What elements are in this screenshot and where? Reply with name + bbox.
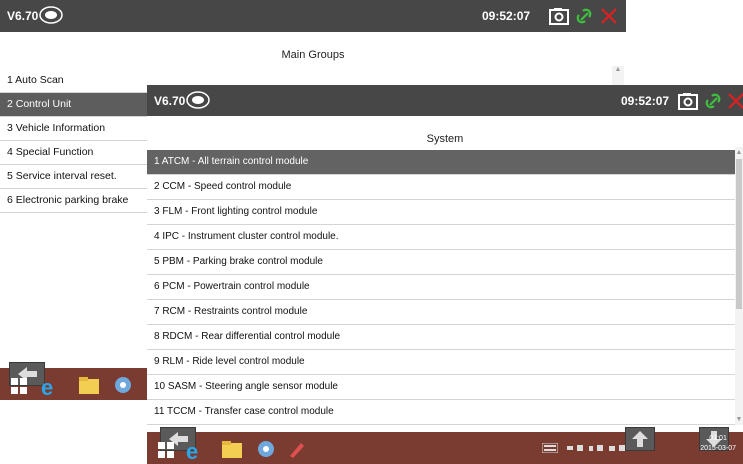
list-item-vehicle-information[interactable]: 3 Vehicle Information (0, 117, 147, 141)
link-icon[interactable] (702, 90, 724, 112)
titlebar: V6.70 09:52:07 (0, 0, 626, 32)
list-item-sasm[interactable]: 10 SASM - Steering angle sensor module (147, 375, 735, 400)
taskbar-clock: 01:01 2015-03-07 (700, 434, 736, 454)
svg-text:e: e (186, 439, 198, 462)
taskbar: e 01:01 2015-03-07 (147, 427, 743, 464)
taskbar-clock-time: 01:01 (709, 435, 727, 442)
list-item-rlm[interactable]: 9 RLM - Ride level control module (147, 350, 735, 375)
list-item-auto-scan[interactable]: 1 Auto Scan (0, 69, 147, 93)
version-label: V6.70 (154, 94, 186, 108)
svg-text:e: e (41, 375, 53, 398)
system-list: 1 ATCM - All terrain control module 2 CC… (147, 150, 735, 425)
system-window: V6.70 09:52:07 System 1 ATCM - All terra… (147, 85, 743, 464)
keyboard-icon[interactable] (542, 443, 558, 453)
scrollbar-thumb[interactable] (736, 159, 742, 309)
up-arrow-icon (632, 431, 648, 447)
clock-time: 09:52:07 (482, 9, 531, 23)
up-button[interactable] (625, 427, 655, 451)
brand-logo-icon (186, 91, 210, 109)
close-icon[interactable] (725, 90, 743, 112)
link-icon[interactable] (573, 5, 595, 27)
list-item-rcm[interactable]: 7 RCM - Restraints control module (147, 300, 735, 325)
camera-icon[interactable] (548, 5, 570, 27)
scrollbar[interactable]: ▲ ▼ (735, 147, 743, 425)
scroll-up-icon[interactable]: ▲ (612, 66, 624, 73)
scroll-up-icon[interactable]: ▲ (735, 149, 743, 156)
ie-icon[interactable]: e (183, 438, 207, 462)
list-item-pbm[interactable]: 5 PBM - Parking brake control module (147, 250, 735, 275)
windows-start-icon[interactable] (10, 377, 28, 395)
camera-icon[interactable] (677, 90, 699, 112)
list-item-ipc[interactable]: 4 IPC - Instrument cluster control modul… (147, 225, 735, 250)
close-icon[interactable] (598, 5, 620, 27)
taskbar-clock-date: 2015-03-07 (700, 445, 736, 452)
pen-icon[interactable] (287, 439, 307, 459)
list-item-electronic-parking-brake[interactable]: 6 Electronic parking brake (0, 189, 147, 213)
list-item-control-unit[interactable]: 2 Control Unit (0, 93, 147, 117)
scroll-down-icon[interactable]: ▼ (735, 416, 743, 423)
taskbar: e (0, 362, 147, 400)
tool-icon[interactable] (112, 375, 134, 395)
titlebar: V6.70 09:52:07 (147, 85, 743, 116)
section-header: System (426, 133, 464, 145)
tool-icon[interactable] (255, 439, 277, 459)
folder-icon[interactable] (78, 375, 100, 395)
list-item-rdcm[interactable]: 8 RDCM - Rear differential control modul… (147, 325, 735, 350)
brand-logo-icon (39, 6, 63, 24)
section-header: Main Groups (281, 49, 345, 61)
list-item-pcm[interactable]: 6 PCM - Powertrain control module (147, 275, 735, 300)
list-item-special-function[interactable]: 4 Special Function (0, 141, 147, 165)
folder-icon[interactable] (221, 439, 243, 459)
version-label: V6.70 (7, 9, 39, 23)
windows-start-icon[interactable] (157, 441, 175, 459)
clock-time: 09:52:07 (621, 94, 670, 108)
ie-icon[interactable]: e (38, 374, 62, 398)
list-item-flm[interactable]: 3 FLM - Front lighting control module (147, 200, 735, 225)
list-item-service-interval-reset[interactable]: 5 Service interval reset. (0, 165, 147, 189)
list-item-atcm[interactable]: 1 ATCM - All terrain control module (147, 150, 735, 175)
list-item-tccm[interactable]: 11 TCCM - Transfer case control module (147, 400, 735, 425)
list-item-ccm[interactable]: 2 CCM - Speed control module (147, 175, 735, 200)
system-tray-icon[interactable] (567, 444, 627, 452)
main-groups-list: 1 Auto Scan 2 Control Unit 3 Vehicle Inf… (0, 69, 147, 213)
